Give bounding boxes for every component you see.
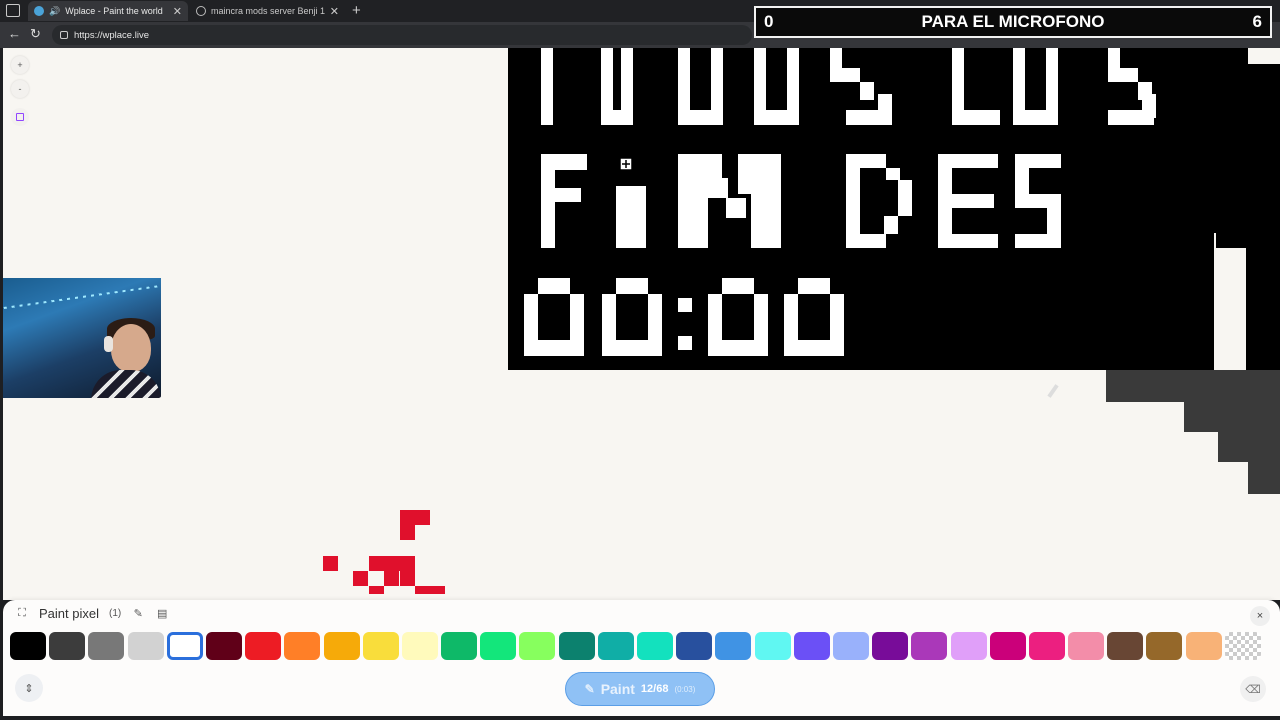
- swatch-teal[interactable]: [597, 632, 634, 660]
- swatch-light-gray[interactable]: [127, 632, 164, 660]
- overlay-right-score: 6: [1252, 12, 1262, 31]
- zoom-out-button[interactable]: -: [11, 80, 29, 98]
- fullscreen-icon[interactable]: ⛶: [15, 607, 29, 621]
- url-text: https://wplace.live: [74, 29, 149, 41]
- globe-icon: [196, 6, 206, 16]
- close-panel-button[interactable]: ×: [1250, 606, 1270, 626]
- webcam-overlay: [3, 278, 161, 398]
- swatch-light-teal[interactable]: [637, 632, 673, 660]
- swatch-gray[interactable]: [88, 632, 125, 660]
- color-palette: [10, 632, 1261, 660]
- reload-icon[interactable]: ↻: [30, 26, 41, 42]
- swatch-black[interactable]: [10, 632, 46, 660]
- stream-overlay: 0 PARA EL MICROFONO 6: [754, 6, 1272, 38]
- paint-button[interactable]: ✎ Paint 12/68 (0:03): [565, 672, 715, 706]
- swatch-blue[interactable]: [715, 632, 752, 660]
- zoom-in-button[interactable]: +: [11, 56, 29, 74]
- panel-header: ⛶ Paint pixel (1) ✎ ▤: [15, 606, 169, 621]
- swatch-dark-blue[interactable]: [676, 632, 713, 660]
- tab-wplace[interactable]: 🔊 Wplace - Paint the world ✕: [28, 1, 188, 21]
- panel-title: Paint pixel: [39, 606, 99, 621]
- swatch-white[interactable]: [166, 632, 203, 660]
- swatch-dark-teal[interactable]: [558, 632, 595, 660]
- new-tab-icon[interactable]: +: [352, 2, 361, 19]
- paint-panel: ⛶ Paint pixel (1) ✎ ▤ × ⇕ ✎ Paint 12/68 …: [3, 600, 1280, 716]
- tab-title: Wplace - Paint the world: [65, 6, 163, 16]
- overlay-left-score: 0: [764, 12, 774, 31]
- paint-timer: (0:03): [674, 684, 696, 694]
- brush-icon: ✎: [584, 682, 595, 696]
- pencil-icon[interactable]: ✎: [131, 607, 145, 621]
- twitch-button[interactable]: [11, 108, 29, 126]
- close-icon[interactable]: ✕: [173, 5, 182, 18]
- twitch-icon: [16, 113, 24, 121]
- overlay-title: PARA EL MICROFONO: [921, 12, 1105, 31]
- swatch-beige[interactable]: [1185, 632, 1222, 660]
- swatch-brown[interactable]: [1146, 632, 1183, 660]
- swatch-light-indigo[interactable]: [832, 632, 869, 660]
- back-icon[interactable]: ←: [8, 26, 21, 41]
- swatch-cyan[interactable]: [754, 632, 791, 660]
- red-pixel-art: [323, 510, 445, 594]
- swatch-dark-gray[interactable]: [49, 632, 86, 660]
- eraser-button[interactable]: ⌫: [1240, 676, 1266, 702]
- paint-canvas[interactable]: + -: [3, 48, 1280, 600]
- swatch-dark-pink[interactable]: [989, 632, 1026, 660]
- wplace-favicon-icon: [34, 6, 44, 16]
- close-icon[interactable]: ✕: [330, 5, 339, 18]
- swatch-pink[interactable]: [1028, 632, 1065, 660]
- template-icon[interactable]: ▤: [155, 607, 169, 621]
- tab-overview-icon[interactable]: [6, 4, 20, 17]
- swatch-light-green[interactable]: [519, 632, 556, 660]
- swatch-transparent[interactable]: [1224, 632, 1261, 660]
- site-info-icon[interactable]: [60, 31, 68, 39]
- eraser-icon: ⌫: [1245, 683, 1261, 696]
- swatch-dark-green[interactable]: [441, 632, 478, 660]
- dark-gray-region: [1106, 370, 1280, 494]
- swatch-indigo[interactable]: [793, 632, 830, 660]
- tab-minecraft[interactable]: maincra mods server Benji 1.21 fa ✕: [190, 1, 345, 21]
- tab-title: maincra mods server Benji 1.21 fa: [211, 6, 325, 16]
- swatch-gold[interactable]: [323, 632, 360, 660]
- swatch-red[interactable]: [245, 632, 282, 660]
- swatch-dark-purple[interactable]: [872, 632, 909, 660]
- swatch-light-yellow[interactable]: [401, 632, 438, 660]
- expand-palette-button[interactable]: ⇕: [15, 674, 43, 702]
- paint-charges: 12/68: [640, 683, 669, 695]
- swatch-light-purple[interactable]: [950, 632, 987, 660]
- swatch-yellow[interactable]: [362, 632, 399, 660]
- url-field[interactable]: https://wplace.live: [52, 25, 752, 45]
- swatch-green[interactable]: [480, 632, 517, 660]
- swatch-light-pink[interactable]: [1068, 632, 1105, 660]
- swatch-purple[interactable]: [911, 632, 948, 660]
- pixel-count: (1): [108, 608, 122, 619]
- speaker-icon[interactable]: 🔊: [49, 6, 60, 17]
- paint-label: Paint: [600, 681, 635, 697]
- swatch-orange[interactable]: [284, 632, 321, 660]
- swatch-deep-red[interactable]: [205, 632, 242, 660]
- pixel-art-sign: [508, 48, 1280, 494]
- cursor-icon: [619, 157, 633, 171]
- swatch-dark-brown[interactable]: [1107, 632, 1144, 660]
